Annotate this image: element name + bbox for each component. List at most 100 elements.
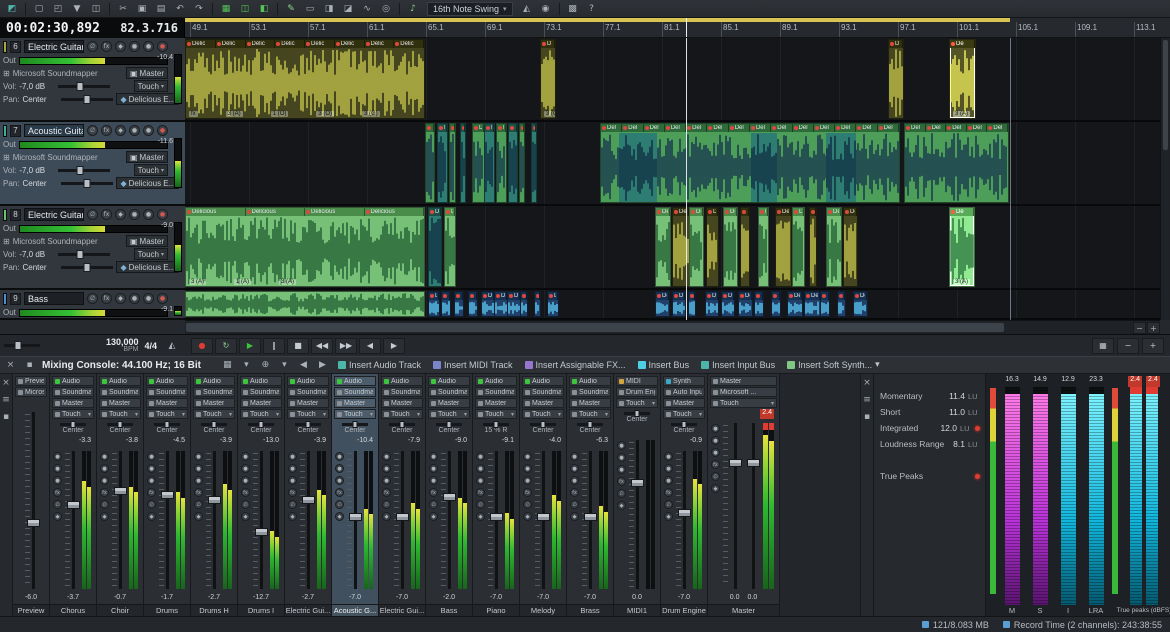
time-display[interactable]: 00:02:30,892 82.3.716 <box>0 18 185 38</box>
clip-header-tab[interactable]: De <box>827 208 841 216</box>
bus-chip[interactable]: ▣Master <box>126 235 168 247</box>
fx-icon[interactable]: fx <box>288 488 297 497</box>
mute-icon[interactable]: ● <box>241 452 250 461</box>
pan-slider[interactable] <box>154 423 180 426</box>
pan-handle[interactable] <box>212 421 217 428</box>
strip-row-master[interactable]: Master <box>334 398 376 408</box>
track-name-field[interactable]: Electric Guitar C <box>24 40 84 53</box>
pan-control[interactable]: Center <box>663 420 705 437</box>
automation-icon[interactable]: ◆ <box>664 512 673 521</box>
strip-row-master[interactable]: Master <box>240 398 282 408</box>
audio-clip[interactable]: De <box>519 123 525 203</box>
time-signature[interactable]: 4/4 <box>144 341 157 351</box>
fx-icon[interactable]: fx <box>570 488 579 497</box>
pan-handle[interactable] <box>635 410 640 417</box>
audio-clip[interactable]: De <box>655 207 671 287</box>
fx-icon[interactable]: fx <box>194 488 203 497</box>
strip-row-touch[interactable]: Touch▾ <box>193 409 235 419</box>
clip-header-tab[interactable]: De <box>473 124 484 132</box>
clip-header-tab[interactable]: De <box>548 292 558 300</box>
pan-handle[interactable] <box>447 421 452 428</box>
audio-clip[interactable]: De <box>758 207 769 287</box>
chevron-down-icon[interactable]: ▾ <box>278 359 291 372</box>
scrollbar-thumb[interactable] <box>186 323 1004 332</box>
automation-icon[interactable]: ◆ <box>194 512 203 521</box>
vol-value[interactable]: -7,0 dB <box>19 82 55 91</box>
strip-row-soundmapper[interactable]: Soundmapper <box>428 387 470 397</box>
strip-row-master[interactable]: Master <box>522 398 564 408</box>
timeline[interactable]: DelicDelicDelicDelicDelicDelicDelicDelic… <box>185 38 1170 334</box>
zoom-out-icon[interactable]: − <box>1133 322 1146 334</box>
scrollbar-thumb[interactable] <box>1163 40 1168 150</box>
strip-row-audio[interactable]: Audio <box>522 376 564 386</box>
vol-value[interactable]: -7,0 dB <box>19 250 55 259</box>
pan-control[interactable]: Center <box>52 420 94 437</box>
strip-name[interactable]: Acoustic G... <box>332 604 378 616</box>
clip-header-tab[interactable]: Del <box>814 124 835 132</box>
pan-control[interactable]: Center <box>616 409 658 426</box>
clip-header-tab[interactable]: De <box>741 208 749 216</box>
insert-button-insert-bus[interactable]: Insert Bus <box>635 358 693 372</box>
pan-slider[interactable] <box>671 423 697 426</box>
audio-clip[interactable]: De <box>494 291 508 317</box>
record-arm-icon[interactable]: ● <box>157 125 168 136</box>
clip-header-tab[interactable]: De <box>438 124 447 132</box>
solo-icon[interactable]: ● <box>53 464 62 473</box>
phase-icon[interactable]: ∅ <box>617 489 626 498</box>
track-header-acoustic-guitar[interactable]: 7Acoustic Guitar∅fx◆●●●Out-11.6⊞Microsof… <box>0 122 185 206</box>
automation-icon[interactable]: ◆ <box>288 512 297 521</box>
strip-row-master[interactable]: Master <box>287 398 329 408</box>
strip-row-touch[interactable]: Touch▾ <box>287 409 329 419</box>
strip-row-drum-engine[interactable]: Drum Engine <box>616 387 658 397</box>
solo-icon[interactable]: ● <box>617 453 626 462</box>
draw-tool-icon[interactable]: ✎ <box>282 2 300 16</box>
fader-db[interactable]: -7.0 <box>584 594 596 604</box>
record-arm-icon[interactable]: ● <box>241 476 250 485</box>
clip-header-tab[interactable]: De <box>689 292 695 300</box>
pan-handle[interactable] <box>259 421 264 428</box>
strip-row-audio[interactable]: Audio <box>381 376 423 386</box>
swing-select[interactable]: 16th Note Swing▾ <box>427 2 513 16</box>
clip-header-tab[interactable]: De <box>690 208 703 216</box>
audio-clip[interactable]: De <box>689 207 704 287</box>
pan-handle[interactable] <box>494 421 499 428</box>
clip-header-tab[interactable]: Del <box>793 124 814 132</box>
fader-track[interactable] <box>72 451 75 589</box>
clip-header-tab[interactable]: De <box>755 292 763 300</box>
strip-row-audio[interactable]: Audio <box>240 376 282 386</box>
mixer-strip-drums-i[interactable]: AudioSoundmapperMasterTouch▾Center-13.0●… <box>238 374 285 616</box>
strip-row-touch[interactable]: Touch▾ <box>475 409 517 419</box>
strip-row-touch[interactable]: Touch▾ <box>663 409 705 419</box>
strip-row-master[interactable]: Master <box>146 398 188 408</box>
clip-header-tab[interactable]: De <box>495 292 507 300</box>
pan-control[interactable]: Center <box>381 420 423 437</box>
audio-clip[interactable]: De <box>428 291 440 317</box>
automation-icon[interactable]: ◆ <box>429 512 438 521</box>
strip-name[interactable]: Preview <box>13 604 49 616</box>
strip-row-soundmapper[interactable]: Soundmapper <box>334 387 376 397</box>
go-to-start-button[interactable]: ◀◀ <box>311 338 333 354</box>
audio-clip[interactable]: De <box>754 291 764 317</box>
strip-row-touch[interactable]: Touch▾ <box>334 409 376 419</box>
strip-row-soundmapper[interactable]: Soundmapper <box>52 387 94 397</box>
record-arm-icon[interactable]: ● <box>335 476 344 485</box>
audio-clip[interactable]: De <box>531 123 537 203</box>
mute-icon[interactable]: ● <box>129 125 140 136</box>
clip-header-tab[interactable]: De <box>426 124 434 132</box>
close-pane-icon[interactable]: × <box>861 376 874 389</box>
fx-icon[interactable]: fx <box>711 460 720 469</box>
clip-header-tab[interactable]: De <box>805 292 820 300</box>
strip-row-master[interactable]: Master <box>475 398 517 408</box>
audio-clip[interactable]: De <box>706 207 719 287</box>
clip-header-tab[interactable]: Del <box>729 124 750 132</box>
fx-icon[interactable]: fx <box>101 293 112 304</box>
clip-header-tab[interactable]: De <box>450 124 455 132</box>
fader-track[interactable] <box>307 451 310 589</box>
pan-value[interactable]: Center <box>22 179 58 188</box>
clip-header-tab[interactable]: De <box>442 292 450 300</box>
pan-control[interactable]: Center <box>240 420 282 437</box>
track-header-electric-guitar-c[interactable]: 6Electric Guitar C∅fx◆●●●Out-10.4⊞Micros… <box>0 38 185 122</box>
fader-db[interactable]: -7.0 <box>490 594 502 604</box>
track-header-electric-guitar-b[interactable]: 8Electric Guitar B∅fx◆●●●Out-9.0⊞Microso… <box>0 206 185 290</box>
solo-icon[interactable]: ● <box>335 464 344 473</box>
